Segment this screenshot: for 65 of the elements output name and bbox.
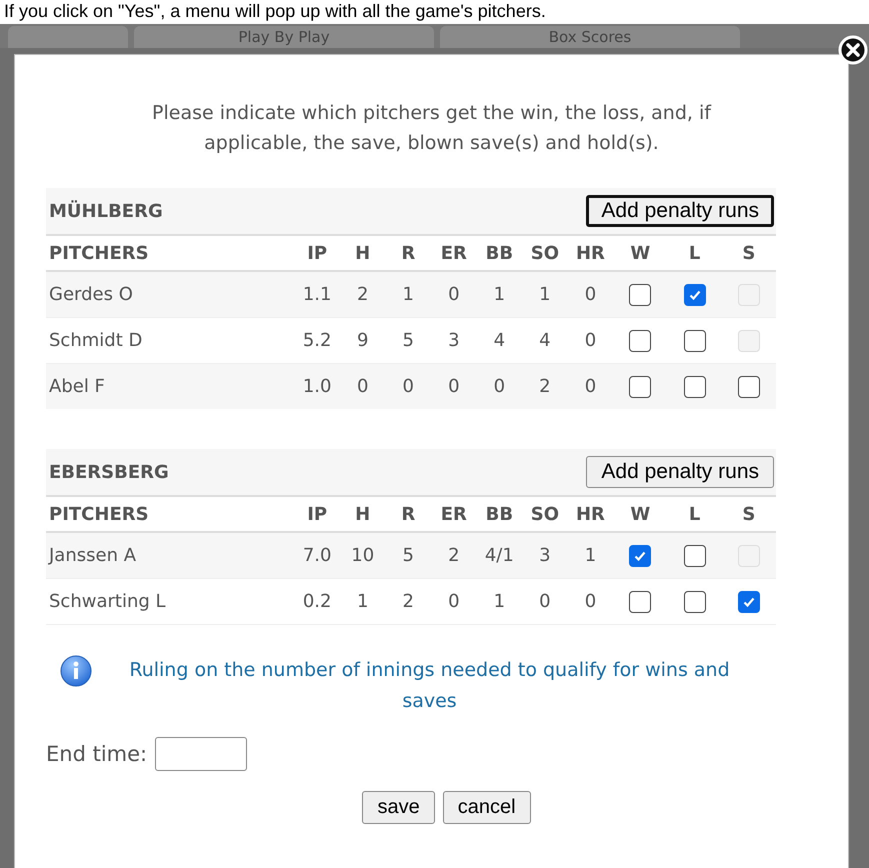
stat-cell: 3 — [522, 532, 568, 578]
stat-cell: 2 — [340, 271, 386, 318]
stat-cell: 1 — [522, 271, 568, 318]
stat-cell: 1 — [476, 578, 522, 624]
stat-cell: 0 — [568, 364, 614, 409]
stat-cell: 2 — [522, 364, 568, 409]
stat-cell: 0 — [568, 271, 614, 318]
caption-text: If you click on "Yes", a menu will pop up with all the game's pitchers. — [0, 0, 869, 24]
decision-checkbox[interactable] — [684, 284, 706, 306]
stat-cell: 0 — [568, 578, 614, 624]
stat-cell: 0.2 — [294, 578, 340, 624]
end-time-field[interactable] — [155, 737, 248, 771]
stat-cell: 9 — [340, 318, 386, 364]
stat-cell: 4 — [522, 318, 568, 364]
dialog-button[interactable]: cancel — [442, 791, 531, 824]
stat-cell: 10 — [340, 532, 386, 578]
stat-cell: 0 — [385, 364, 432, 409]
decision-checkbox[interactable] — [629, 376, 652, 398]
stat-cell: 1.0 — [294, 364, 340, 409]
stat-cell: 5 — [385, 318, 432, 364]
decision-checkbox[interactable] — [684, 544, 706, 567]
pitcher-name: Abel F — [46, 364, 294, 409]
team-name: MÜHLBERG — [49, 200, 163, 222]
end-time-label: End time: — [46, 742, 148, 766]
decision-checkbox[interactable] — [629, 544, 652, 567]
pitcher-name: Schmidt D — [46, 318, 294, 364]
stat-cell: 1 — [476, 271, 522, 318]
stat-cell: 1 — [385, 271, 432, 318]
stat-cell: 0 — [522, 578, 568, 624]
stat-cell: 5.2 — [294, 318, 340, 364]
close-icon[interactable] — [838, 35, 868, 65]
stat-cell: 1 — [340, 578, 386, 624]
decision-checkbox[interactable] — [629, 330, 652, 352]
ruling-link[interactable]: Ruling on the number of innings needed to qualify for wins and saves — [101, 655, 758, 717]
dialog-button[interactable]: save — [362, 791, 435, 824]
stat-cell: 0 — [431, 271, 477, 318]
stat-cell: 2 — [385, 578, 432, 624]
stat-cell: 4/1 — [476, 532, 522, 578]
stat-cell: 0 — [568, 318, 614, 364]
decision-checkbox[interactable] — [738, 376, 760, 398]
stat-cell: 0 — [476, 364, 522, 409]
stat-cell: 1 — [568, 532, 614, 578]
decision-checkbox[interactable] — [684, 590, 706, 613]
decision-checkbox[interactable] — [738, 590, 760, 613]
decision-checkbox[interactable] — [684, 376, 706, 398]
stat-cell: 5 — [385, 532, 432, 578]
team-name: EBERSBERG — [49, 462, 169, 482]
stat-cell: 0 — [431, 364, 477, 409]
add-penalty-runs-button[interactable]: Add penalty runs — [586, 195, 774, 227]
pitcher-name: Schwarting L — [46, 578, 294, 624]
stat-cell: 2 — [431, 532, 477, 578]
decision-checkbox[interactable] — [629, 284, 652, 306]
pitcher-name: Janssen A — [46, 532, 294, 578]
stat-cell: 4 — [476, 318, 522, 364]
instructions-text: Please indicate which pitchers get the win, the loss, and, if applicable, the save, blown save(s) and hold(s). — [151, 101, 712, 156]
stat-cell: 0 — [431, 578, 477, 624]
decision-checkbox[interactable] — [629, 590, 652, 613]
stat-cell: 3 — [431, 318, 477, 364]
add-penalty-runs-button[interactable]: Add penalty runs — [586, 456, 774, 488]
pitcher-name: Gerdes O — [46, 271, 294, 318]
stat-cell: 7.0 — [294, 532, 340, 578]
decision-checkbox[interactable] — [684, 330, 706, 352]
info-icon — [59, 655, 93, 689]
stat-cell: 1.1 — [294, 271, 340, 318]
stat-cell: 0 — [340, 364, 386, 409]
